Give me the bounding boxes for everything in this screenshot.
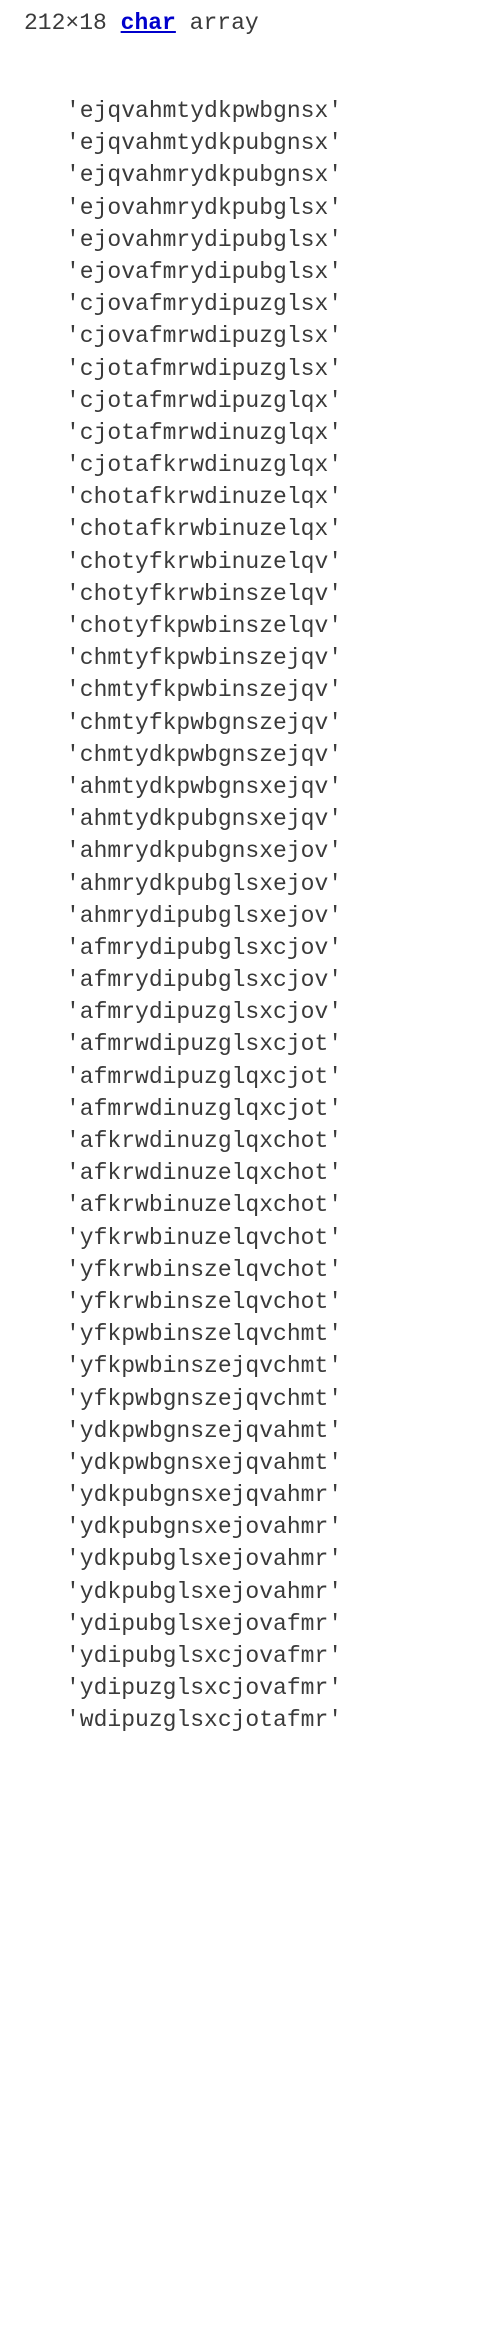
array-row: 'afmrwdipuzglqxcjot' [66,1063,343,1090]
array-row: 'chotafkrwbinuzelqx' [66,516,343,543]
array-row: 'chotyfkrwbinszelqv' [66,580,343,607]
array-row: 'ahmrydkpubgnsxejov' [66,838,343,865]
array-row: 'ejqvahmtydkpubgnsx' [66,130,343,157]
array-row: 'yfkpwbinszejqvchmt' [66,1353,343,1380]
array-row: 'ejqvahmrydkpubgnsx' [66,162,343,189]
array-row: 'ydipubglsxejovafmr' [66,1610,343,1637]
array-row: 'chotafkrwdinuzelqx' [66,484,343,511]
array-row: 'cjovafmrydipuzglsx' [66,291,343,318]
array-row: 'afmrydipubglsxcjov' [66,967,343,994]
array-row: 'afkrwdinuzglqxchot' [66,1128,343,1154]
array-row: 'ydkpubgnsxejovahmr' [66,1514,343,1541]
array-row: 'chotyfkpwbinszelqv' [66,613,343,639]
array-row: 'afmrydipuzglsxcjov' [66,999,343,1026]
array-row: 'cjotafmrwdipuzglsx' [66,355,343,382]
char-array-rows: 'ejqvahmtydkpwbgnsx' 'ejqvahmtydkpubgnsx'… [66,95,342,1737]
array-row: 'yfkpwbgnszejqvchmt' [66,1385,343,1412]
array-row: 'chmtyfkpwbgnszejqv' [66,709,343,736]
array-row: 'yfkrwbinuzelqvchot' [66,1224,343,1251]
array-row: 'ejovahmrydkpubglsx' [66,194,343,221]
array-row: 'ejovafmrydipubglsx' [66,258,343,285]
variable-summary: 212×18 char array [24,8,259,38]
array-row: 'chotyfkrwbinuzelqv' [66,548,343,575]
array-row: 'yfkrwbinszelqvchot' [66,1256,343,1283]
array-row: 'ahmrydipubglsxejov' [66,902,343,929]
array-row: 'wdipuzglsxcjotafmr' [66,1707,343,1734]
array-row: 'yfkpwbinszelqvchmt' [66,1321,343,1348]
array-row: 'ydkpubgnsxejqvahmr' [66,1482,343,1509]
array-row: 'afmrwdipuzglsxcjot' [66,1031,343,1058]
array-row: 'cjotafkrwdinuzglqx' [66,452,343,479]
array-row: 'cjotafmrwdinuzglqx' [66,419,343,446]
array-row: 'ydipubglsxcjovafmr' [66,1643,343,1669]
array-row: 'ahmtydkpwbgnsxejqv' [66,773,343,800]
array-row: 'ydkpubglsxejovahmr' [66,1546,343,1573]
array-row: 'afkrwbinuzelqxchot' [66,1192,343,1219]
array-row: 'ejqvahmtydkpwbgnsx' [66,98,343,124]
command-window-output: 212×18 char array 'ejqvahmtydkpwbgnsx''e… [0,0,485,2343]
array-row: 'yfkrwbinszelqvchot' [66,1288,343,1315]
array-row: 'afmrwdinuzglqxcjot' [66,1095,343,1122]
array-row: 'cjovafmrwdipuzglsx' [66,323,343,350]
char-type-link[interactable]: char [121,10,176,36]
array-label: array [189,10,259,36]
array-row: 'ydkpwbgnsxejqvahmt' [66,1449,343,1476]
array-row: 'afmrydipubglsxcjov' [66,934,343,961]
array-row: 'ahmrydkpubglsxejov' [66,870,343,897]
array-row: 'ydipuzglsxcjovafmr' [66,1675,343,1702]
array-row: 'chmtydkpwbgnszejqv' [66,741,343,768]
array-size: 212×18 [24,10,107,36]
array-row: 'ydkpwbgnszejqvahmt' [66,1417,343,1444]
array-row: 'ydkpubglsxejovahmr' [66,1578,343,1605]
array-row: 'chmtyfkpwbinszejqv' [66,677,343,704]
array-row: 'chmtyfkpwbinszejqv' [66,645,343,672]
array-row: 'afkrwdinuzelqxchot' [66,1160,343,1187]
array-row: 'ejovahmrydipubglsx' [66,226,343,253]
array-row: 'ahmtydkpubgnsxejqv' [66,806,343,833]
array-row: 'cjotafmrwdipuzglqx' [66,387,343,414]
